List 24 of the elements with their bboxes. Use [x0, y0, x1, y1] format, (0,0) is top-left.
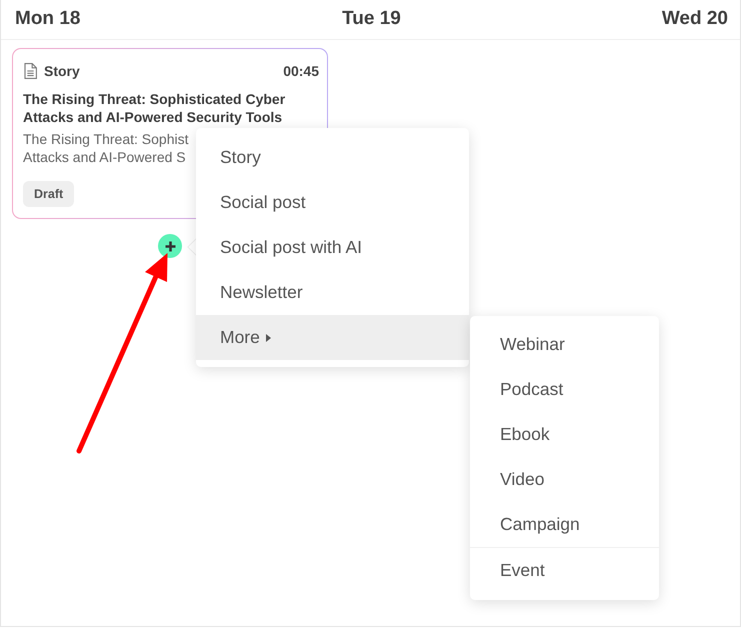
menu-item[interactable]: More — [196, 315, 469, 360]
add-button[interactable] — [158, 234, 182, 258]
document-icon — [24, 63, 37, 79]
menu-item[interactable]: Story — [196, 135, 469, 180]
menu-item[interactable]: Social post — [196, 180, 469, 225]
story-title: The Rising Threat: Sophisticated Cyber Attacks and AI-Powered Security Tools — [23, 90, 286, 126]
day-heading: Wed 20 — [662, 7, 728, 32]
menu-item[interactable]: Podcast — [470, 367, 659, 412]
duration-text: 00:45 — [283, 62, 319, 80]
content-type-label: Story — [44, 62, 80, 81]
story-description: The Rising Threat: Sophist — [23, 130, 188, 148]
menu-item[interactable]: Event — [470, 548, 659, 593]
menu-item[interactable]: Video — [470, 457, 659, 502]
day-heading: Tue 19 — [342, 7, 401, 32]
menu-item[interactable]: Campaign — [470, 502, 659, 547]
menu-item[interactable]: Newsletter — [196, 270, 469, 315]
menu-item[interactable]: Social post with AI — [196, 225, 469, 270]
day-heading: Mon 18 — [15, 7, 80, 32]
caret-right-icon — [266, 334, 271, 342]
status-badge: Draft — [23, 181, 74, 207]
story-description: Attacks and AI-Powered S — [23, 148, 186, 166]
menu-item[interactable]: Ebook — [470, 412, 659, 457]
menu-item[interactable]: Webinar — [470, 322, 659, 367]
plus-icon — [164, 240, 176, 252]
